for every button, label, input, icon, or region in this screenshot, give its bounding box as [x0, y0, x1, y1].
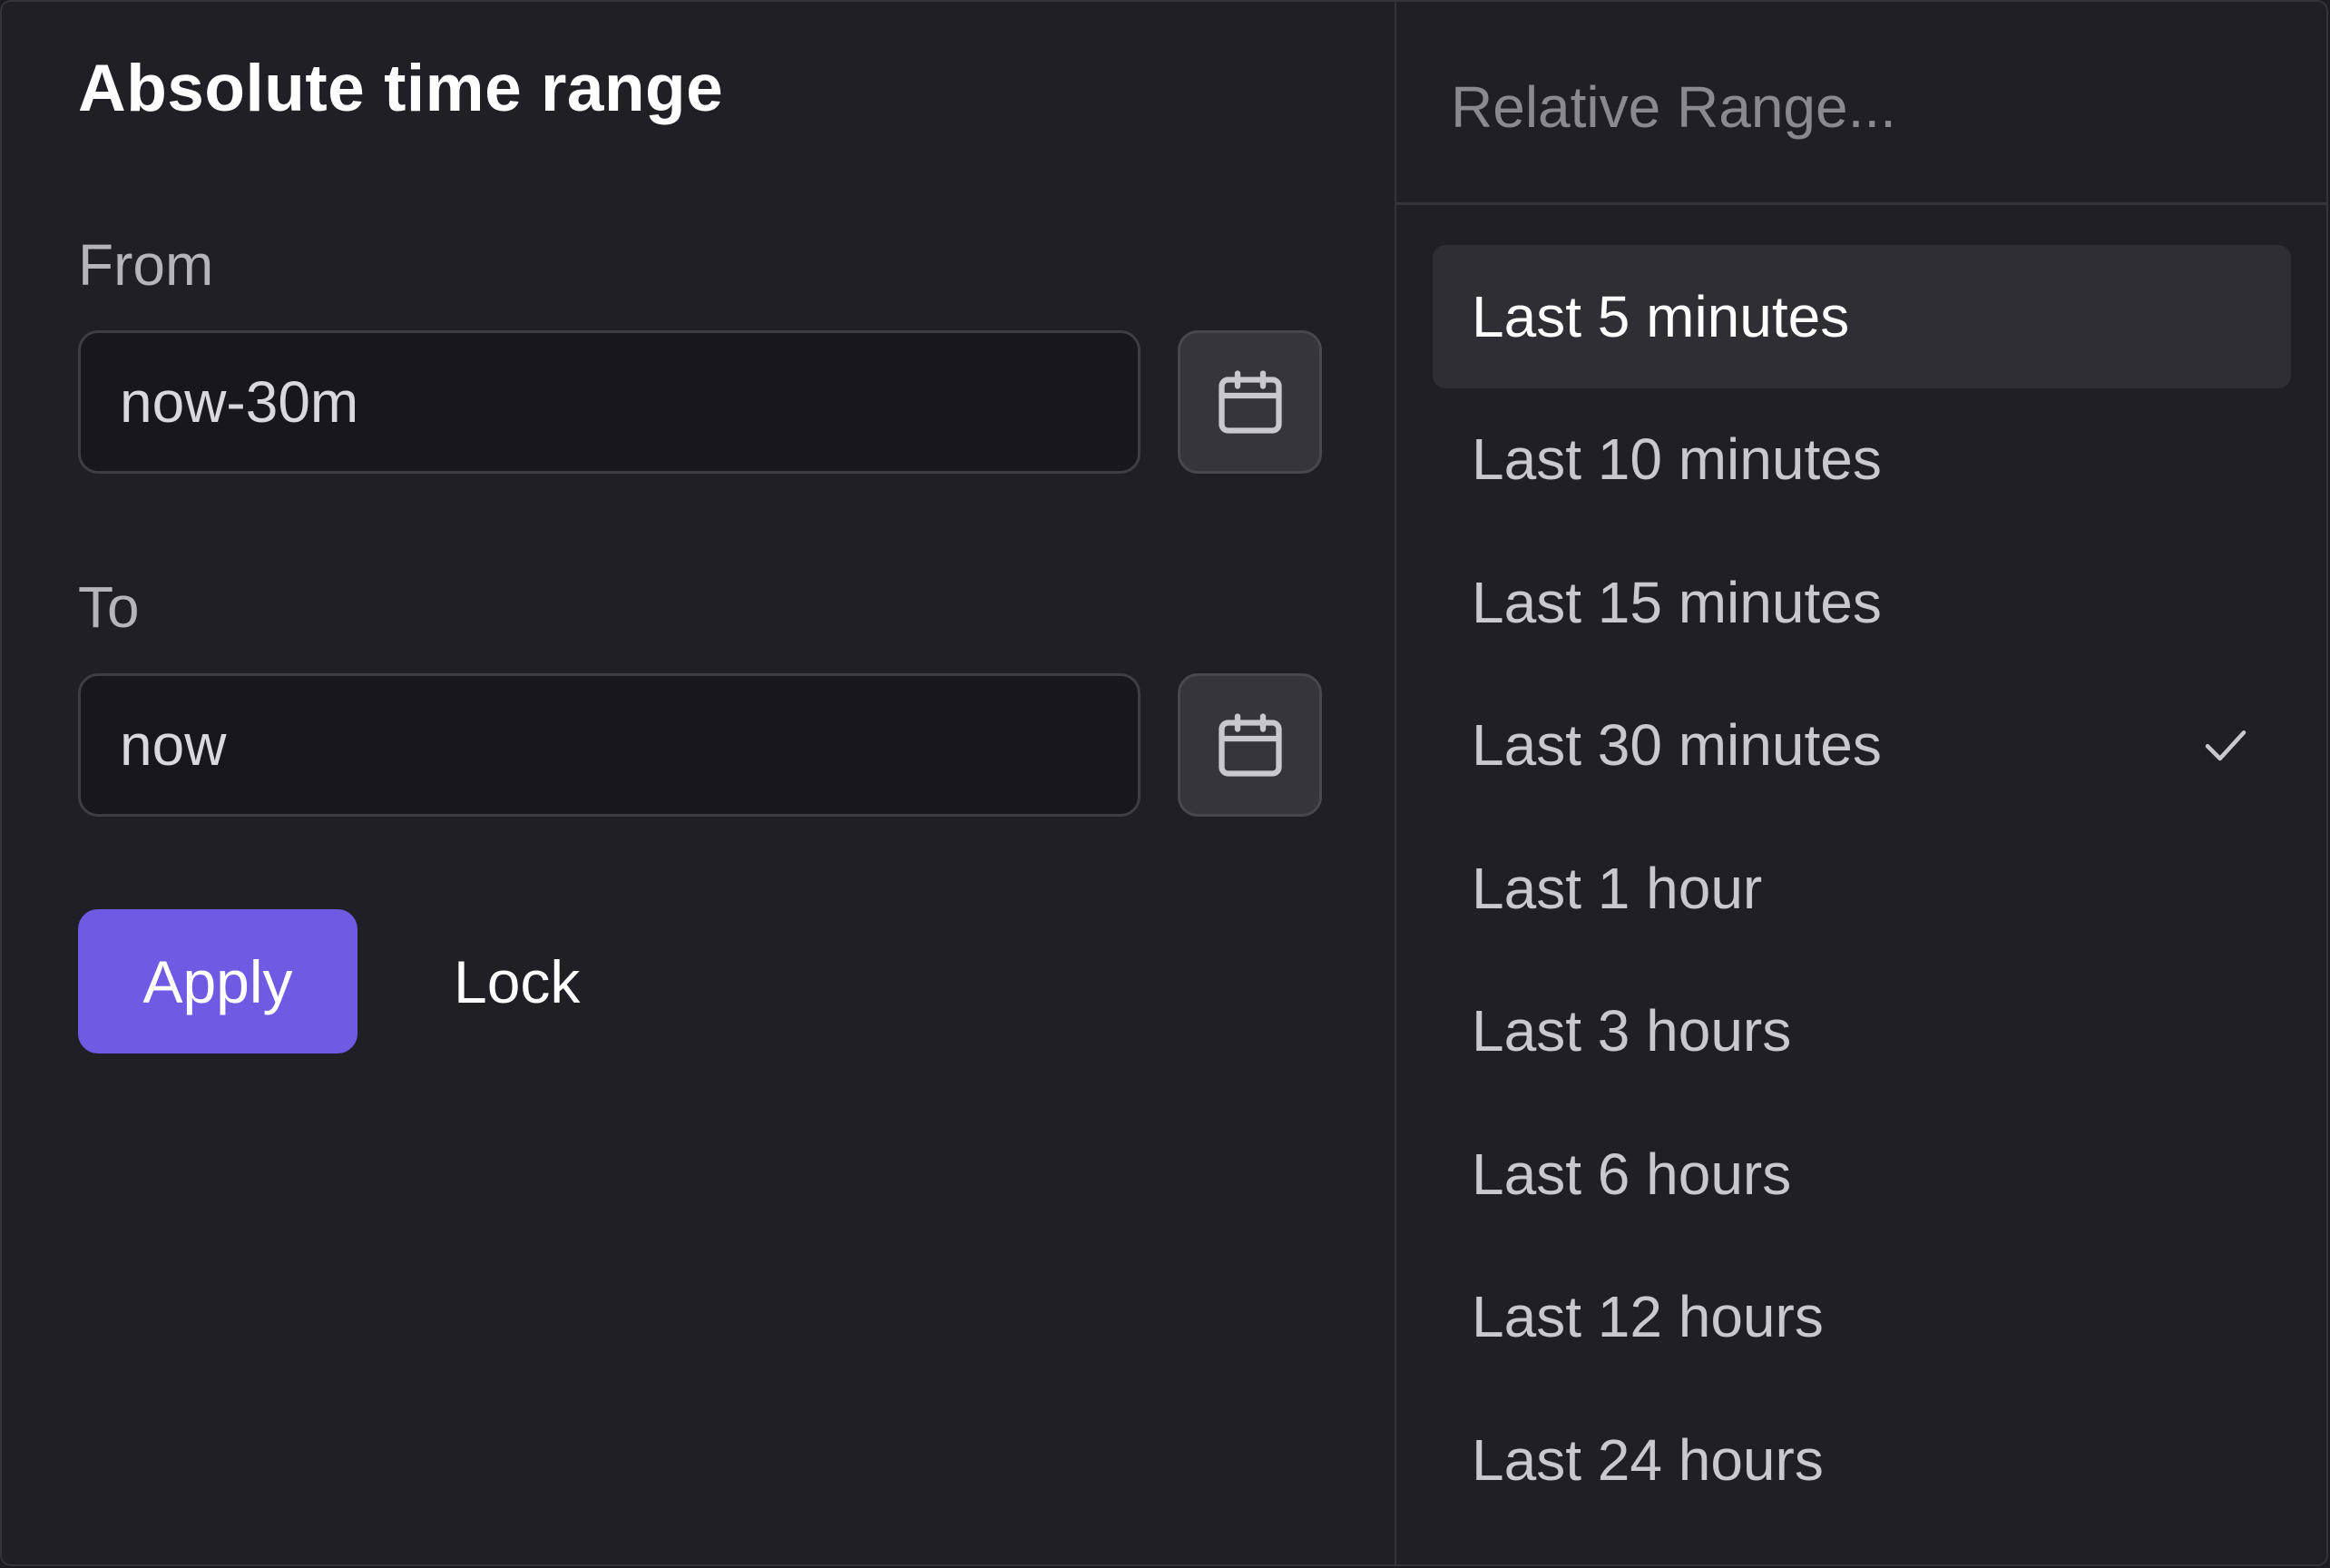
relative-range-option[interactable]: Last 15 minutes: [1433, 531, 2291, 674]
relative-range-option[interactable]: Last 1 hour: [1433, 817, 2291, 960]
check-icon: [2205, 730, 2247, 761]
relative-range-option[interactable]: Last 24 hours: [1433, 1388, 2291, 1532]
relative-range-option-label: Last 12 hours: [1472, 1284, 1824, 1350]
relative-range-option[interactable]: Last 6 hours: [1433, 1102, 2291, 1246]
relative-range-search: [1396, 2, 2326, 205]
relative-range-option-label: Last 10 minutes: [1472, 426, 1882, 493]
relative-range-option-label: Last 6 hours: [1472, 1141, 1792, 1207]
panel-title: Absolute time range: [78, 52, 724, 125]
relative-range-option[interactable]: Last 10 minutes: [1433, 388, 2291, 532]
relative-range-option-label: Last 5 minutes: [1472, 283, 1850, 349]
relative-range-option-label: Last 1 hour: [1472, 855, 1763, 921]
relative-range-list: Last 5 minutes Last 10 minutes Last 15 min…: [1433, 245, 2291, 1532]
relative-range-option[interactable]: Last 12 hours: [1433, 1246, 2291, 1389]
relative-range-option-label: Last 24 hours: [1472, 1426, 1824, 1493]
relative-range-option-label: Last 30 minutes: [1472, 712, 1882, 779]
from-label: From: [78, 232, 214, 298]
to-label: To: [78, 574, 140, 640]
calendar-icon: [1218, 370, 1282, 434]
to-calendar-button[interactable]: [1178, 673, 1322, 817]
time-range-picker: Absolute time range From To Apply Lock: [0, 0, 2328, 1566]
relative-range-search-input[interactable]: [1451, 53, 2249, 162]
relative-range-option-label: Last 15 minutes: [1472, 569, 1882, 635]
relative-range-option[interactable]: Last 5 minutes: [1433, 245, 2291, 388]
apply-button[interactable]: Apply: [78, 909, 357, 1054]
from-calendar-button[interactable]: [1178, 330, 1322, 474]
relative-range-panel: Last 5 minutes Last 10 minutes Last 15 min…: [1396, 2, 2326, 1564]
from-input[interactable]: [78, 330, 1141, 474]
lock-button[interactable]: Lock: [428, 909, 605, 1054]
relative-range-option-label: Last 3 hours: [1472, 998, 1792, 1064]
relative-range-option[interactable]: Last 3 hours: [1433, 960, 2291, 1103]
calendar-icon: [1218, 713, 1282, 777]
to-input[interactable]: [78, 673, 1141, 817]
relative-range-option[interactable]: Last 30 minutes: [1433, 674, 2291, 818]
absolute-time-range-panel: Absolute time range From To Apply Lock: [2, 2, 1396, 1564]
